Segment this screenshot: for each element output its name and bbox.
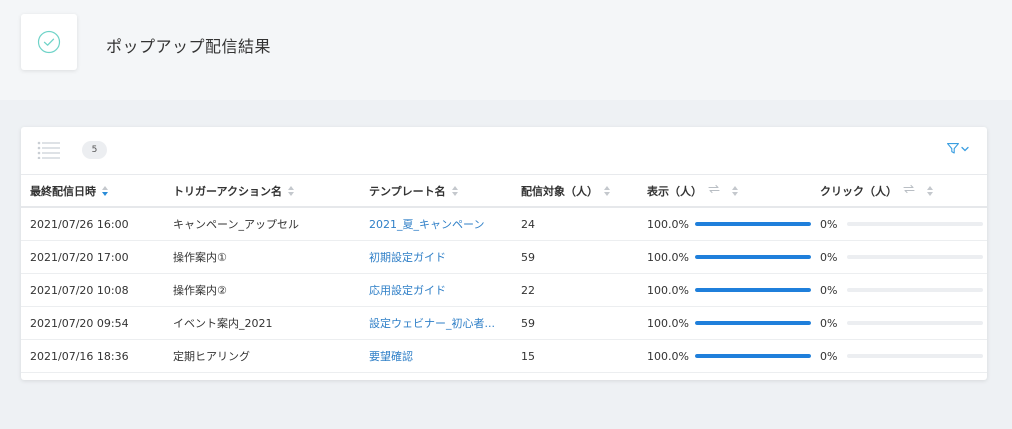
cell-clicks: 0%: [820, 274, 984, 306]
clicks-percent: 0%: [820, 250, 838, 264]
sort-icon[interactable]: [102, 185, 109, 196]
cell-target: 59: [521, 250, 535, 264]
sort-icon[interactable]: [451, 185, 459, 196]
cell-views: 100.0%: [647, 241, 811, 273]
views-progress-bar: [694, 222, 811, 226]
cell-trigger: 定期ヒアリング: [173, 350, 250, 363]
cell-trigger: 操作案内②: [173, 284, 227, 297]
views-percent: 100.0%: [647, 316, 689, 330]
views-progress-bar: [694, 354, 811, 358]
cell-target: 59: [521, 316, 535, 330]
cell-sent-at: 2021/07/20 10:08: [30, 283, 129, 297]
cell-clicks: 0%: [820, 241, 984, 273]
table-body: 2021/07/26 16:00 キャンペーン_アップセル 2021_夏_キャン…: [21, 208, 987, 373]
clicks-progress-bar: [847, 321, 984, 325]
table-row[interactable]: 2021/07/20 09:54 イベント案内_2021 設定ウェビナー_初心者…: [21, 307, 987, 340]
views-progress-fill: [694, 321, 811, 325]
views-progress-bar: [694, 321, 811, 325]
clicks-percent: 0%: [820, 316, 838, 330]
cell-target: 22: [521, 283, 535, 297]
views-percent: 100.0%: [647, 250, 689, 264]
cell-views: 100.0%: [647, 340, 811, 372]
table-header: 最終配信日時 トリガーアクション名 テンプレート名 配信対象（人） 表示（人） …: [21, 175, 987, 208]
clicks-progress-bar: [847, 288, 984, 292]
page-header: ポップアップ配信結果: [0, 0, 1012, 100]
template-link[interactable]: 初期設定ガイド: [369, 241, 446, 273]
views-progress-fill: [694, 354, 811, 358]
table-row[interactable]: 2021/07/26 16:00 キャンペーン_アップセル 2021_夏_キャン…: [21, 208, 987, 241]
cell-trigger: 操作案内①: [173, 251, 227, 264]
table-toolbar: 5: [21, 127, 987, 175]
views-percent: 100.0%: [647, 217, 689, 231]
cell-trigger: キャンペーン_アップセル: [173, 218, 299, 231]
views-progress-fill: [694, 288, 811, 292]
sort-icon[interactable]: [927, 185, 934, 196]
clicks-progress-bar: [847, 354, 984, 358]
views-percent: 100.0%: [647, 283, 689, 297]
views-progress-bar: [694, 255, 811, 259]
sort-icon[interactable]: [604, 185, 611, 196]
page-icon-box: [21, 14, 77, 70]
views-percent: 100.0%: [647, 349, 689, 363]
results-table-card: 5 最終配信日時 トリガーアクション名 テンプレート名 配信対象（人） 表示（人…: [21, 127, 987, 380]
cell-views: 100.0%: [647, 208, 811, 240]
column-header-template[interactable]: テンプレート名: [369, 175, 459, 206]
table-row[interactable]: 2021/07/20 10:08 操作案内② 応用設定ガイド 22 100.0%…: [21, 274, 987, 307]
column-header-sent-at[interactable]: 最終配信日時: [30, 175, 109, 206]
cell-views: 100.0%: [647, 274, 811, 306]
column-header-trigger[interactable]: トリガーアクション名: [173, 175, 295, 206]
page-title: ポップアップ配信結果: [106, 37, 272, 56]
filter-button[interactable]: [947, 143, 969, 154]
views-progress-fill: [694, 222, 811, 226]
views-progress-fill: [694, 255, 811, 259]
sort-icon[interactable]: [732, 185, 739, 196]
clicks-percent: 0%: [820, 283, 838, 297]
table-row[interactable]: 2021/07/16 18:36 定期ヒアリング 要望確認 15 100.0% …: [21, 340, 987, 373]
cell-trigger: イベント案内_2021: [173, 317, 273, 330]
table-row[interactable]: 2021/07/20 17:00 操作案内① 初期設定ガイド 59 100.0%…: [21, 241, 987, 274]
cell-target: 15: [521, 349, 535, 363]
clicks-progress-bar: [847, 255, 984, 259]
cell-views: 100.0%: [647, 307, 811, 339]
template-link[interactable]: 応用設定ガイド: [369, 274, 446, 306]
clicks-percent: 0%: [820, 349, 838, 363]
template-link[interactable]: 設定ウェビナー_初心者...: [369, 307, 495, 339]
chevron-down-icon: [961, 146, 969, 151]
cell-clicks: 0%: [820, 208, 984, 240]
cell-sent-at: 2021/07/20 09:54: [30, 316, 129, 330]
swap-icon[interactable]: [903, 184, 915, 197]
template-link[interactable]: 要望確認: [369, 340, 413, 372]
swap-icon[interactable]: [708, 184, 720, 197]
list-view-icon[interactable]: [37, 141, 61, 163]
cell-sent-at: 2021/07/20 17:00: [30, 250, 129, 264]
clicks-percent: 0%: [820, 217, 838, 231]
sort-icon[interactable]: [288, 185, 295, 196]
result-count-badge: 5: [82, 141, 107, 159]
cell-clicks: 0%: [820, 307, 984, 339]
cell-sent-at: 2021/07/16 18:36: [30, 349, 129, 363]
template-link[interactable]: 2021_夏_キャンペーン: [369, 208, 484, 240]
clicks-progress-bar: [847, 222, 984, 226]
views-progress-bar: [694, 288, 811, 292]
filter-icon: [947, 143, 959, 154]
column-header-target[interactable]: 配信対象（人）: [521, 175, 611, 206]
column-header-clicks[interactable]: クリック（人）: [820, 175, 934, 206]
column-header-views[interactable]: 表示（人）: [647, 175, 739, 206]
cell-sent-at: 2021/07/26 16:00: [30, 217, 129, 231]
cell-clicks: 0%: [820, 340, 984, 372]
cell-target: 24: [521, 217, 535, 231]
check-circle-icon: [37, 30, 61, 54]
